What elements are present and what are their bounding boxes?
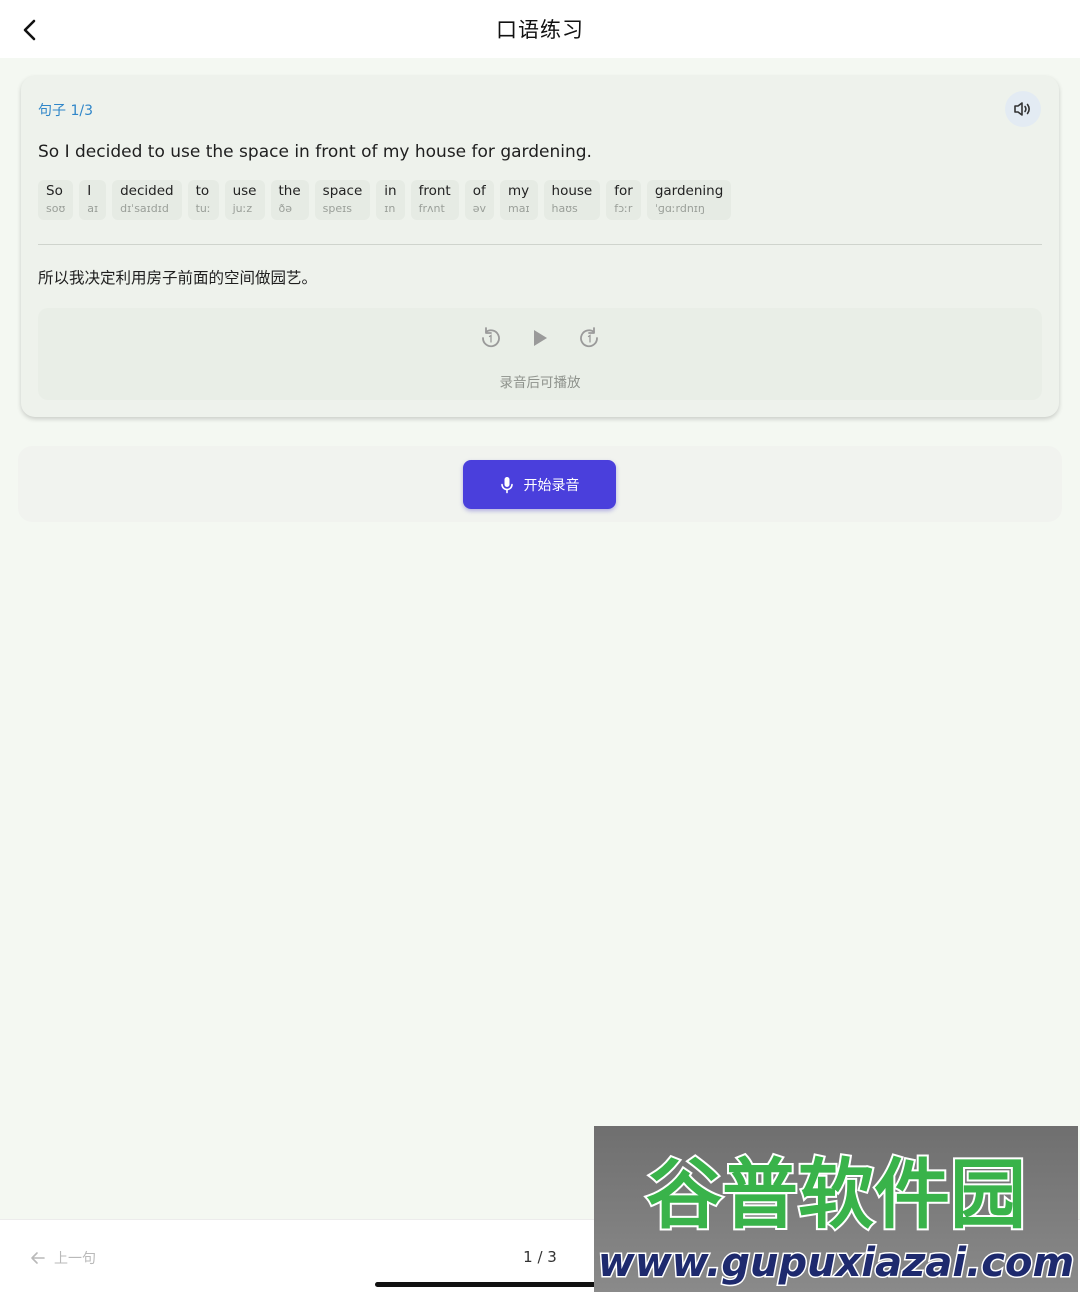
word-text: to — [195, 183, 210, 199]
word-phonetic: əv — [472, 202, 486, 215]
word-phonetic: speɪs — [322, 202, 352, 215]
rewind-icon — [482, 327, 500, 348]
word-text: in — [384, 183, 397, 199]
word-chip[interactable]: So soʊ — [38, 180, 74, 220]
sentence-card: 句子 1/3 So I decided to use the space in … — [21, 76, 1059, 417]
word-text: I — [87, 183, 92, 199]
word-chip[interactable]: my maɪ — [499, 180, 538, 220]
microphone-icon — [500, 476, 513, 493]
word-text: the — [278, 183, 301, 199]
word-text: So — [46, 183, 63, 199]
word-phonetic: haʊs — [551, 202, 578, 215]
word-chip[interactable]: front frʌnt — [410, 180, 459, 220]
watermark-brand: 谷普软件园 — [646, 1150, 1026, 1239]
word-phonetic: ˈɡɑːrdnɪŋ — [654, 202, 705, 215]
word-phonetic: dɪˈsaɪdɪd — [120, 202, 169, 215]
speaker-icon — [1014, 102, 1030, 116]
word-phonetic: ɪn — [384, 202, 396, 215]
rewind-button[interactable] — [478, 326, 502, 350]
word-phonetic: fɔːr — [614, 202, 633, 215]
page-title: 口语练习 — [496, 18, 584, 42]
word-text: house — [551, 183, 593, 199]
player-controls — [38, 326, 1042, 350]
watermark-url: www.gupuxiazai.com — [598, 1240, 1074, 1286]
word-chip[interactable]: of əv — [464, 180, 494, 220]
sentence-index: 句子 1/3 — [38, 103, 93, 119]
word-chip[interactable]: for fɔːr — [606, 180, 641, 220]
word-chip[interactable]: gardening ˈɡɑːrdnɪŋ — [646, 180, 732, 220]
word-chip[interactable]: decided dɪˈsaɪdɪd — [112, 180, 182, 220]
top-app-bar: 口语练习 — [0, 0, 1080, 58]
word-text: space — [322, 183, 363, 199]
word-phonetic: soʊ — [46, 202, 66, 215]
forward-icon — [580, 327, 598, 348]
start-recording-label: 开始录音 — [523, 477, 580, 494]
word-text: decided — [120, 183, 174, 199]
word-text: of — [472, 183, 486, 199]
word-chip[interactable]: use juːz — [224, 180, 265, 220]
word-chip[interactable]: space speɪs — [314, 180, 371, 220]
word-phonetic: ðə — [278, 202, 293, 215]
card-divider — [38, 244, 1042, 245]
play-sentence-audio-button[interactable] — [1005, 91, 1041, 127]
watermark-logo: 谷普软件园 www.gupuxiazai.com — [594, 1126, 1078, 1292]
word-chip-row: So soʊ Iaɪ decided dɪˈsaɪdɪd to tuː use juːz… — [38, 180, 732, 220]
word-phonetic: juːz — [232, 202, 253, 215]
word-phonetic: aɪ — [87, 202, 99, 215]
word-chip[interactable]: Iaɪ — [79, 180, 107, 220]
word-chip[interactable]: the ðə — [270, 180, 309, 220]
play-recording-button[interactable] — [528, 326, 552, 350]
word-text: for — [614, 183, 633, 199]
word-text: use — [232, 183, 257, 199]
word-text: front — [418, 183, 451, 199]
word-chip[interactable]: to tuː — [187, 180, 219, 220]
word-text: my — [507, 183, 530, 199]
word-chip[interactable]: house haʊs — [543, 180, 601, 220]
play-icon — [534, 330, 547, 346]
word-phonetic: tuː — [195, 202, 211, 215]
word-chip[interactable]: in ɪn — [376, 180, 405, 220]
recording-player: 录音后可播放 — [38, 308, 1042, 400]
forward-button[interactable] — [578, 326, 602, 350]
sentence-chinese: 所以我决定利用房子前面的空间做园艺。 — [38, 269, 318, 287]
start-recording-button[interactable]: 开始录音 — [463, 460, 616, 509]
word-phonetic: frʌnt — [418, 202, 445, 215]
word-text: gardening — [654, 183, 724, 199]
record-panel: 开始录音 — [18, 446, 1062, 522]
sentence-english: So I decided to use the space in front o… — [38, 142, 592, 162]
player-hint: 录音后可播放 — [499, 375, 581, 391]
word-phonetic: maɪ — [507, 202, 530, 215]
